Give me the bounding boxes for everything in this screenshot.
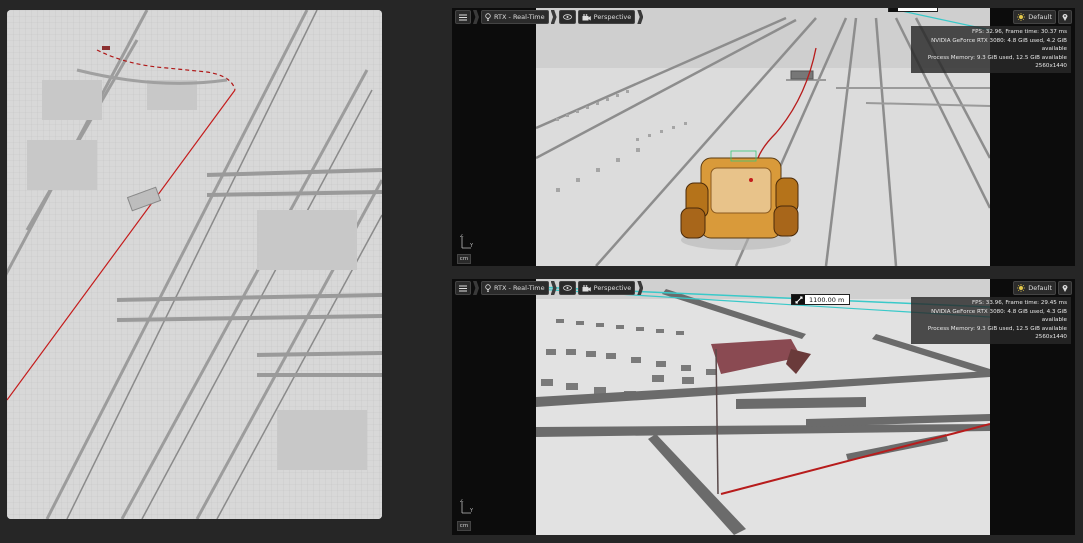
fps-readout: FPS: 33.96, Frame time: 29.45 ms: [971, 300, 1067, 306]
svg-text:Y: Y: [469, 243, 474, 249]
camera-icon: [582, 284, 591, 291]
svg-text:Z: Z: [460, 234, 464, 239]
toolbar-separator: [550, 10, 557, 24]
renderer-button[interactable]: RTX - Real-Time: [481, 281, 549, 295]
eye-icon: [562, 285, 572, 291]
renderer-label: RTX - Real-Time: [494, 284, 545, 292]
camera-button[interactable]: Perspective: [577, 281, 636, 295]
measurement-label-top: [888, 8, 938, 12]
viewport-menu-button[interactable]: [455, 10, 471, 24]
viewport-bottom-toolbar: RTX - Real-Time Perspective: [455, 281, 644, 295]
lightbulb-icon: [485, 284, 491, 292]
lighting-button[interactable]: Default: [1013, 281, 1056, 295]
viewport-top[interactable]: RTX - Real-Time Perspective Default FPS:…: [452, 8, 1075, 266]
visibility-button[interactable]: [558, 10, 576, 24]
eye-icon: [562, 14, 572, 20]
overview-image: [7, 10, 382, 519]
location-pin-icon: [1062, 14, 1068, 21]
viewport-bottom-right-toolbar: Default: [1013, 281, 1072, 295]
lighting-label: Default: [1028, 13, 1052, 21]
visibility-button[interactable]: [558, 281, 576, 295]
viewport-bottom[interactable]: 1100.00 m RTX - Real-Time Perspective De…: [452, 279, 1075, 535]
toolbar-separator: [473, 10, 479, 24]
location-button[interactable]: [1058, 10, 1072, 24]
camera-icon: [582, 13, 591, 20]
sun-icon: [1017, 284, 1026, 292]
viewport-left-letterbox: [452, 279, 536, 535]
lighting-button[interactable]: Default: [1013, 10, 1056, 24]
gpu-readout: NVIDIA GeForce RTX 3080: 4.8 GiB used, 4…: [931, 37, 1067, 53]
resolution-readout: 2560x1440: [1035, 63, 1067, 69]
gpu-readout: NVIDIA GeForce RTX 3080: 4.8 GiB used, 4…: [931, 308, 1067, 324]
axis-gizmo-icon: Z Y: [460, 234, 474, 249]
viewport-top-toolbar: RTX - Real-Time Perspective: [455, 10, 644, 24]
fps-readout: FPS: 32.96, Frame time: 30.37 ms: [971, 29, 1067, 35]
resolution-readout: 2560x1440: [1035, 334, 1067, 340]
viewport-bottom-stats: FPS: 33.96, Frame time: 29.45 ms NVIDIA …: [911, 297, 1071, 344]
toolbar-separator: [473, 281, 479, 295]
lightbulb-icon: [485, 13, 491, 21]
toolbar-separator: [550, 281, 557, 295]
measurement-value: 1100.00 m: [809, 295, 845, 304]
camera-button[interactable]: Perspective: [577, 10, 636, 24]
renderer-label: RTX - Real-Time: [494, 13, 545, 21]
lighting-label: Default: [1028, 284, 1052, 292]
units-badge[interactable]: cm: [457, 521, 471, 531]
units-badge[interactable]: cm: [457, 254, 471, 264]
warehouse-overview-scene: [7, 10, 382, 519]
axis-gizmo-icon: Z Y: [460, 499, 474, 514]
viewport-left-letterbox: [452, 8, 536, 266]
app-root: RTX - Real-Time Perspective Default FPS:…: [0, 0, 1083, 543]
svg-text:Y: Y: [469, 508, 474, 514]
memory-readout: Process Memory: 9.3 GiB used, 12.5 GiB a…: [927, 54, 1067, 61]
viewport-top-right-toolbar: Default: [1013, 10, 1072, 24]
location-pin-icon: [1062, 285, 1068, 292]
viewport-top-stats: FPS: 32.96, Frame time: 30.37 ms NVIDIA …: [911, 26, 1071, 73]
camera-label: Perspective: [593, 284, 632, 292]
menu-icon: [459, 14, 467, 20]
svg-text:Z: Z: [460, 499, 464, 504]
sun-icon: [1017, 13, 1026, 21]
viewport-menu-button[interactable]: [455, 281, 471, 295]
ruler-icon: [792, 295, 805, 304]
renderer-button[interactable]: RTX - Real-Time: [481, 10, 549, 24]
measurement-label[interactable]: 1100.00 m: [791, 294, 851, 305]
toolbar-separator: [637, 281, 644, 295]
camera-label: Perspective: [593, 13, 632, 21]
toolbar-separator: [637, 10, 644, 24]
menu-icon: [459, 285, 467, 291]
memory-readout: Process Memory: 9.3 GiB used, 12.5 GiB a…: [927, 325, 1067, 332]
location-button[interactable]: [1058, 281, 1072, 295]
